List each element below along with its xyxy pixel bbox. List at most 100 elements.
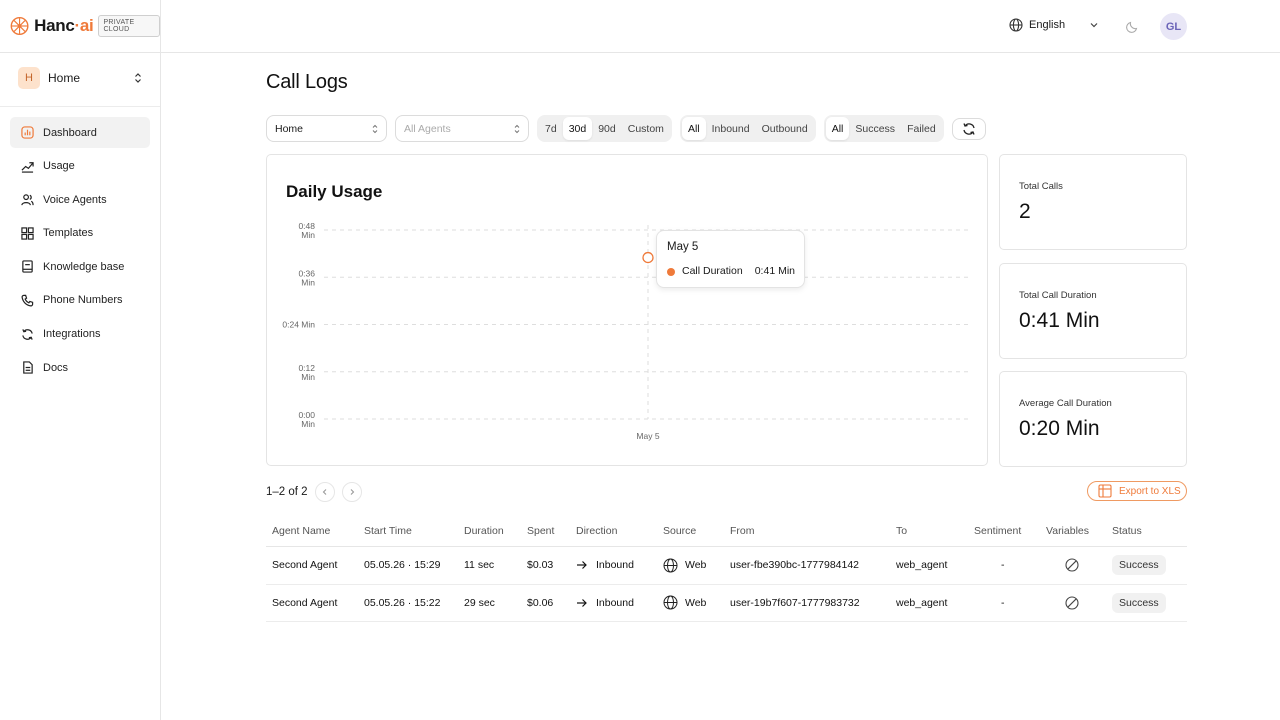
y-tick-label: 0:36 Min bbox=[298, 268, 315, 287]
tooltip-series-dot bbox=[667, 268, 675, 276]
sidebar-divider bbox=[0, 106, 160, 107]
col-status[interactable]: Status bbox=[1112, 515, 1142, 546]
cell-to: web_agent bbox=[896, 559, 948, 572]
range-90d[interactable]: 90d bbox=[592, 117, 622, 140]
status-badge: Success bbox=[1112, 592, 1166, 613]
col-sentiment[interactable]: Sentiment bbox=[974, 515, 1021, 546]
trend-icon bbox=[21, 161, 34, 173]
chart-tooltip: May 5 Call Duration 0:41 Min bbox=[656, 230, 805, 288]
users-icon bbox=[21, 194, 34, 206]
chevron-updown-icon bbox=[514, 124, 520, 134]
sidebar-nav: Dashboard Usage Voice Agents Templates K… bbox=[0, 117, 160, 383]
page-title: Call Logs bbox=[266, 71, 348, 93]
col-to[interactable]: To bbox=[896, 515, 907, 546]
direction-toggle: All Inbound Outbound bbox=[679, 115, 816, 142]
status-all[interactable]: All bbox=[825, 117, 850, 140]
prev-page-button[interactable] bbox=[314, 482, 335, 502]
stat-label: Average Call Duration bbox=[1019, 398, 1112, 409]
globe-icon bbox=[1009, 18, 1023, 32]
workspace-switcher[interactable]: H Home bbox=[10, 64, 150, 92]
chevron-updown-icon bbox=[135, 73, 141, 83]
phone-icon bbox=[21, 294, 34, 307]
status-success[interactable]: Success bbox=[849, 117, 901, 140]
col-from[interactable]: From bbox=[730, 515, 755, 546]
date-range-toggle: 7d 30d 90d Custom bbox=[537, 115, 672, 142]
cell-variables bbox=[1065, 585, 1079, 622]
y-tick-label: 0:00 Min bbox=[298, 410, 315, 429]
book-icon bbox=[22, 260, 33, 274]
direction-outbound[interactable]: Outbound bbox=[756, 117, 814, 140]
cell-status: Success bbox=[1112, 547, 1166, 584]
stat-value: 0:41 Min bbox=[1019, 309, 1100, 332]
x-tick-label: May 5 bbox=[636, 431, 659, 441]
workspace-select[interactable]: Home bbox=[266, 115, 387, 142]
col-start-time[interactable]: Start Time bbox=[364, 515, 412, 546]
chevron-updown-icon bbox=[372, 124, 378, 134]
sidebar-item-phone-numbers[interactable]: Phone Numbers bbox=[10, 285, 150, 316]
sidebar: Hanc·ai PRIVATE CLOUD H Home Dashboard U… bbox=[0, 0, 161, 720]
cell-spent: $0.06 bbox=[527, 596, 554, 609]
stat-label: Total Calls bbox=[1019, 181, 1063, 192]
direction-inbound[interactable]: Inbound bbox=[706, 117, 756, 140]
sidebar-item-docs[interactable]: Docs bbox=[10, 352, 150, 383]
cell-sentiment: - bbox=[1001, 596, 1005, 609]
col-direction[interactable]: Direction bbox=[576, 515, 617, 546]
empty-set-icon bbox=[1065, 596, 1079, 610]
document-icon bbox=[23, 361, 33, 374]
stat-value: 0:20 Min bbox=[1019, 417, 1100, 440]
brand[interactable]: Hanc·ai PRIVATE CLOUD bbox=[0, 0, 160, 53]
brand-name: Hanc·ai bbox=[34, 16, 94, 35]
filter-bar: Home All Agents 7d 30d 90d Custom All In… bbox=[266, 115, 986, 142]
stat-total-calls: Total Calls 2 bbox=[999, 154, 1187, 250]
pagination-text: 1–2 of 2 bbox=[266, 486, 308, 498]
cell-agent: Second Agent bbox=[272, 596, 338, 609]
topbar: English GL bbox=[161, 0, 1280, 53]
export-label: Export to XLS bbox=[1119, 485, 1181, 497]
chevron-down-icon[interactable] bbox=[1089, 20, 1099, 30]
sidebar-item-knowledge-base[interactable]: Knowledge base bbox=[10, 251, 150, 282]
cell-direction: Inbound bbox=[576, 585, 634, 622]
main-content: Call Logs Home All Agents 7d 30d 90d Cus… bbox=[161, 53, 1280, 720]
sidebar-item-voice-agents[interactable]: Voice Agents bbox=[10, 184, 150, 215]
user-avatar[interactable]: GL bbox=[1160, 13, 1187, 40]
range-custom[interactable]: Custom bbox=[622, 117, 670, 140]
direction-all[interactable]: All bbox=[681, 117, 706, 140]
sync-icon bbox=[22, 328, 33, 340]
cell-spent: $0.03 bbox=[527, 559, 554, 572]
language-selector[interactable]: English bbox=[1009, 18, 1065, 32]
col-duration[interactable]: Duration bbox=[464, 515, 504, 546]
stat-average-call-duration: Average Call Duration 0:20 Min bbox=[999, 371, 1187, 467]
stat-total-call-duration: Total Call Duration 0:41 Min bbox=[999, 263, 1187, 359]
sidebar-item-usage[interactable]: Usage bbox=[10, 151, 150, 182]
agents-select[interactable]: All Agents bbox=[395, 115, 529, 142]
daily-usage-card: 0:00 Min 0:12 Min 0:24 Min 0:36 Min 0:48 Min May … bbox=[266, 154, 988, 466]
stat-value: 2 bbox=[1019, 200, 1031, 223]
language-label: English bbox=[1029, 19, 1066, 31]
sidebar-item-templates[interactable]: Templates bbox=[10, 218, 150, 249]
data-point[interactable] bbox=[642, 251, 654, 264]
table-row[interactable]: Second Agent 05.05.26 · 15:22 29 sec $0.… bbox=[266, 585, 1187, 622]
y-tick-label: 0:24 Min bbox=[282, 320, 315, 330]
tooltip-date: May 5 bbox=[667, 241, 699, 253]
col-spent[interactable]: Spent bbox=[527, 515, 554, 546]
cell-agent: Second Agent bbox=[272, 559, 338, 572]
tooltip-series-name: Call Duration bbox=[682, 265, 743, 277]
moon-icon[interactable] bbox=[1126, 19, 1140, 33]
sidebar-item-integrations[interactable]: Integrations bbox=[10, 319, 150, 350]
next-page-button[interactable] bbox=[341, 482, 362, 502]
app-root: Hanc·ai PRIVATE CLOUD H Home Dashboard U… bbox=[0, 0, 1280, 720]
cell-from: user-fbe390bc-1777984142 bbox=[730, 559, 860, 572]
col-source[interactable]: Source bbox=[663, 515, 696, 546]
cell-direction: Inbound bbox=[576, 547, 634, 584]
range-30d[interactable]: 30d bbox=[562, 117, 593, 140]
chevron-right-icon bbox=[350, 489, 354, 495]
refresh-button[interactable] bbox=[951, 117, 986, 140]
status-failed[interactable]: Failed bbox=[901, 117, 942, 140]
chevron-left-icon bbox=[322, 489, 326, 495]
table-row[interactable]: Second Agent 05.05.26 · 15:29 11 sec $0.… bbox=[266, 547, 1187, 585]
export-xls-button[interactable]: Export to XLS bbox=[1087, 481, 1187, 501]
col-agent-name[interactable]: Agent Name bbox=[272, 515, 330, 546]
col-variables[interactable]: Variables bbox=[1046, 515, 1089, 546]
sidebar-item-dashboard[interactable]: Dashboard bbox=[10, 117, 150, 148]
range-7d[interactable]: 7d bbox=[539, 117, 563, 140]
